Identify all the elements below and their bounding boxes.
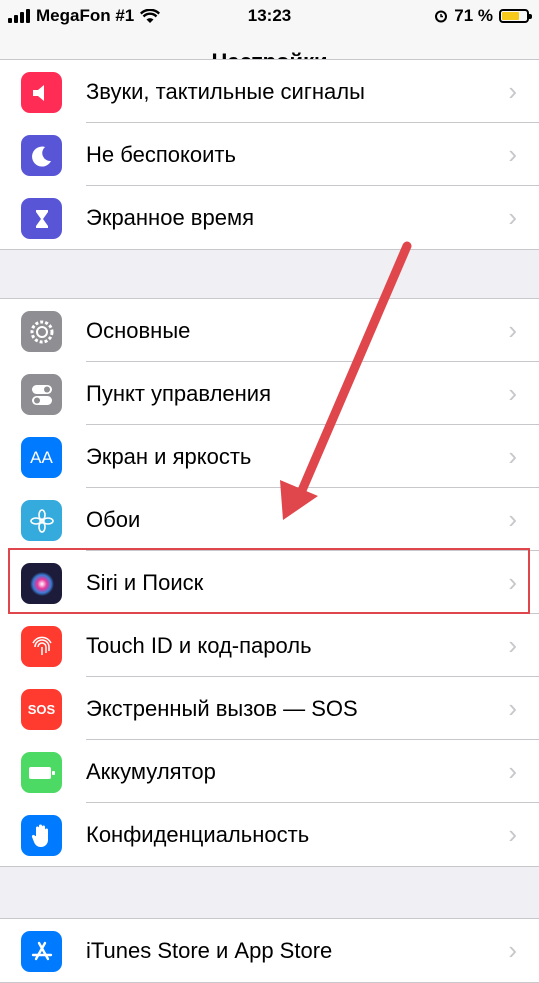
settings-group-sounds: Звуки, тактильные сигналы › Не беспокоит… (0, 59, 539, 250)
settings-item-label: Экстренный вызов — SOS (86, 696, 358, 721)
settings-item-label: Экранное время (86, 205, 254, 230)
toggles-icon (21, 374, 62, 415)
battery-percent: 71 % (454, 6, 493, 25)
settings-item-label: Экран и яркость (86, 444, 252, 469)
text-size-icon: AA (21, 437, 62, 478)
settings-item-label: Обои (86, 507, 141, 532)
chevron-right-icon: › (508, 819, 517, 849)
settings-group-stores: iTunes Store и App Store › (0, 918, 539, 983)
moon-icon (21, 135, 62, 176)
siri-icon (21, 563, 62, 604)
battery-icon (21, 752, 62, 793)
settings-item-screen-time[interactable]: Экранное время › (0, 186, 539, 249)
chevron-right-icon: › (508, 202, 517, 232)
app-store-icon (21, 931, 62, 972)
settings-item-control-center[interactable]: Пункт управления › (0, 362, 539, 425)
settings-item-label: Siri и Поиск (86, 570, 204, 595)
settings-item-label: Не беспокоить (86, 142, 236, 167)
chevron-right-icon: › (508, 378, 517, 408)
settings-item-display-brightness[interactable]: AA Экран и яркость › (0, 425, 539, 488)
status-right: 71 % (434, 6, 532, 26)
fingerprint-icon (21, 626, 62, 667)
settings-item-label: Основные (86, 318, 191, 343)
settings-item-wallpaper[interactable]: Обои › (0, 488, 539, 551)
chevron-right-icon: › (508, 139, 517, 169)
flower-icon (21, 500, 62, 541)
settings-item-touch-id[interactable]: Touch ID и код-пароль › (0, 614, 539, 677)
chevron-right-icon: › (508, 630, 517, 660)
chevron-right-icon: › (508, 504, 517, 534)
status-bar: MegaFon #1 13:23 71 % (0, 0, 539, 34)
settings-item-label: Пункт управления (86, 381, 272, 406)
chevron-right-icon: › (508, 315, 517, 345)
chevron-right-icon: › (508, 693, 517, 723)
chevron-right-icon: › (508, 567, 517, 597)
sos-icon: SOS (21, 689, 62, 730)
hand-icon (21, 815, 62, 856)
settings-item-siri-search[interactable]: Siri и Поиск › (0, 551, 539, 614)
chevron-right-icon: › (508, 76, 517, 106)
speaker-icon (21, 72, 62, 113)
settings-item-privacy[interactable]: Конфиденциальность › (0, 803, 539, 866)
settings-group-general: Основные › Пункт управления › AA Экран и… (0, 298, 539, 867)
settings-item-label: iTunes Store и App Store (86, 938, 333, 963)
alarm-icon (435, 10, 448, 23)
settings-item-do-not-disturb[interactable]: Не беспокоить › (0, 123, 539, 186)
chevron-right-icon: › (508, 756, 517, 786)
settings-item-general[interactable]: Основные › (0, 299, 539, 362)
hourglass-icon (21, 198, 62, 239)
chevron-right-icon: › (508, 935, 517, 965)
settings-item-battery[interactable]: Аккумулятор › (0, 740, 539, 803)
gear-icon (21, 311, 62, 352)
settings-item-label: Конфиденциальность (86, 822, 310, 847)
settings-item-label: Звуки, тактильные сигналы (86, 79, 365, 104)
settings-item-sounds[interactable]: Звуки, тактильные сигналы › (0, 60, 539, 123)
battery-icon (499, 9, 532, 23)
settings-item-label: Аккумулятор (86, 759, 216, 784)
settings-item-label: Touch ID и код-пароль (86, 633, 312, 658)
chevron-right-icon: › (508, 441, 517, 471)
settings-item-emergency-sos[interactable]: SOS Экстренный вызов — SOS › (0, 677, 539, 740)
settings-item-itunes-app-store[interactable]: iTunes Store и App Store › (0, 919, 539, 982)
